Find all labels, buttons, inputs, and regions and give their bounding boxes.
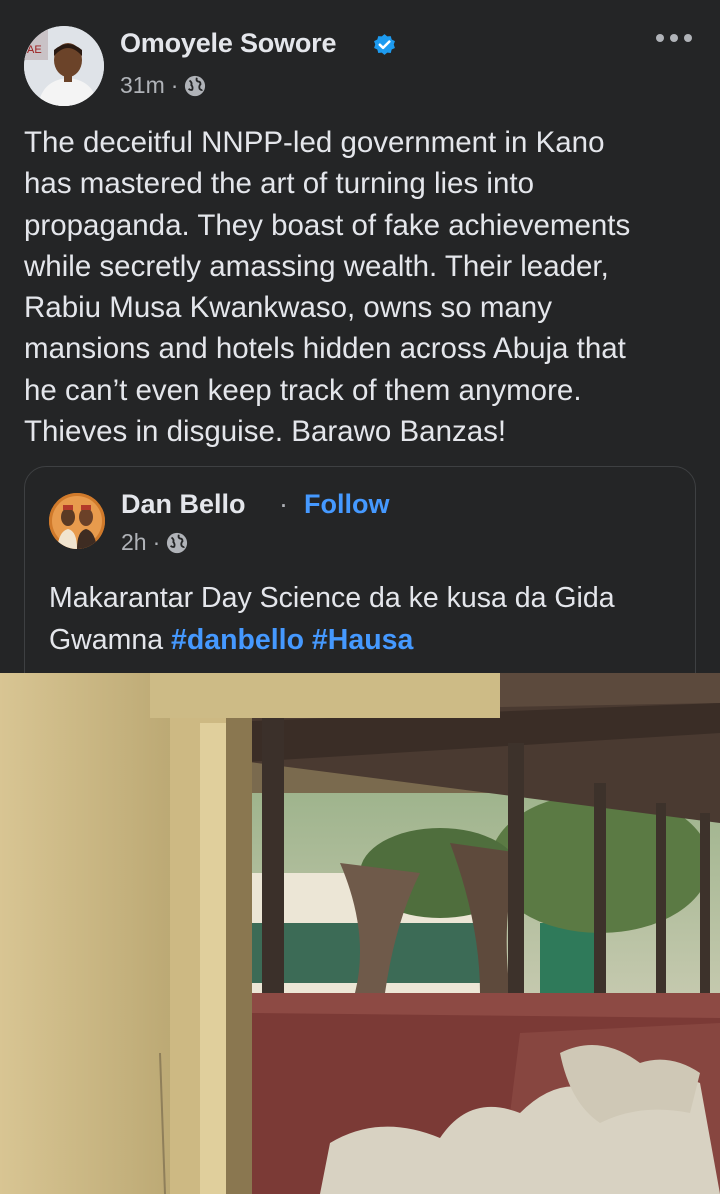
shared-author-avatar[interactable] bbox=[49, 493, 105, 549]
shared-post-header: Dan Bello · Follow 2h · bbox=[49, 489, 669, 555]
follow-button[interactable]: Follow bbox=[304, 489, 389, 520]
shared-post-text: Makarantar Day Science da ke kusa da Gid… bbox=[49, 577, 689, 661]
more-options-icon[interactable] bbox=[656, 34, 696, 48]
post-timestamp[interactable]: 31m bbox=[120, 72, 165, 99]
globe-icon bbox=[185, 75, 206, 96]
verified-badge-icon bbox=[374, 34, 395, 55]
shared-post-timestamp[interactable]: 2h bbox=[121, 529, 147, 556]
shared-post-meta: 2h · bbox=[121, 529, 188, 556]
follow-separator: · bbox=[279, 489, 288, 519]
author-name[interactable]: Omoyele Sowore bbox=[120, 28, 336, 59]
globe-icon bbox=[167, 532, 188, 553]
shared-author-name[interactable]: Dan Bello bbox=[121, 489, 246, 520]
svg-text:AE: AE bbox=[27, 44, 42, 56]
author-avatar[interactable]: AE bbox=[24, 26, 104, 106]
meta-separator: · bbox=[152, 529, 161, 555]
post-meta: 31m · bbox=[120, 72, 206, 99]
meta-separator: · bbox=[170, 72, 179, 98]
post-text: The deceitful NNPP-led government in Kan… bbox=[24, 126, 631, 449]
hashtag-link[interactable]: #danbello bbox=[171, 624, 304, 656]
hashtag-link[interactable]: #Hausa bbox=[312, 624, 413, 656]
shared-media-image[interactable] bbox=[0, 673, 720, 1194]
post-header: AE Omoyele Sowore 31m · bbox=[24, 26, 696, 106]
